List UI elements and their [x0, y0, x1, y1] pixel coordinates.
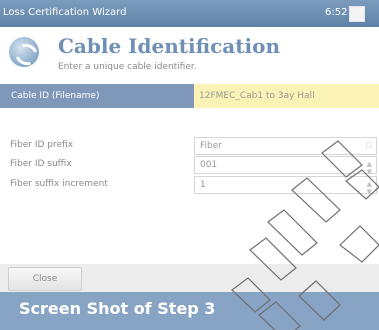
window-title: Loss Certification Wizard — [3, 7, 127, 18]
fiber-id-suffix-label: Fiber ID suffix — [10, 159, 72, 169]
page-subtitle: Enter a unique cable identifier. — [58, 62, 197, 72]
stepper-arrows-icon[interactable]: ▲ ▼ — [367, 180, 372, 196]
clock-readout: 6:52 — [325, 7, 348, 18]
caption-banner: Screen Shot of Step 3 — [0, 292, 379, 330]
fiber-id-suffix-input[interactable]: 001 ▲ ▼ — [194, 156, 377, 176]
fiber-id-prefix-input[interactable]: Fiber □ — [194, 137, 377, 155]
fiber-id-prefix-value: Fiber — [200, 141, 222, 151]
cable-id-row: Cable ID (Filename) 12FMEC_Cab1 to 3ay H… — [0, 84, 379, 108]
fiber-suffix-increment-input[interactable]: 1 ▲ ▼ — [194, 176, 377, 196]
fiber-suffix-increment-label: Fiber suffix increment — [10, 179, 108, 189]
battery-icon — [349, 6, 365, 22]
cable-id-label: Cable ID (Filename) — [0, 84, 194, 108]
cable-id-input[interactable]: 12FMEC_Cab1 to 3ay Hall — [194, 84, 379, 108]
caption-text: Screen Shot of Step 3 — [19, 299, 216, 318]
clear-icon[interactable]: □ — [365, 141, 372, 149]
wizard-swirl-icon — [9, 37, 42, 69]
bottom-button-bar: Close — [0, 264, 379, 292]
fiber-id-prefix-label: Fiber ID prefix — [10, 140, 74, 150]
fiber-id-suffix-value: 001 — [200, 160, 218, 170]
stepper-arrows-icon[interactable]: ▲ ▼ — [367, 160, 372, 176]
close-button[interactable]: Close — [8, 267, 82, 291]
fiber-suffix-increment-value: 1 — [200, 180, 206, 190]
page-title: Cable Identification — [58, 34, 280, 58]
title-bar: Loss Certification Wizard 6:52 — [0, 0, 379, 27]
wizard-content: Cable Identification Enter a unique cabl… — [0, 27, 379, 330]
